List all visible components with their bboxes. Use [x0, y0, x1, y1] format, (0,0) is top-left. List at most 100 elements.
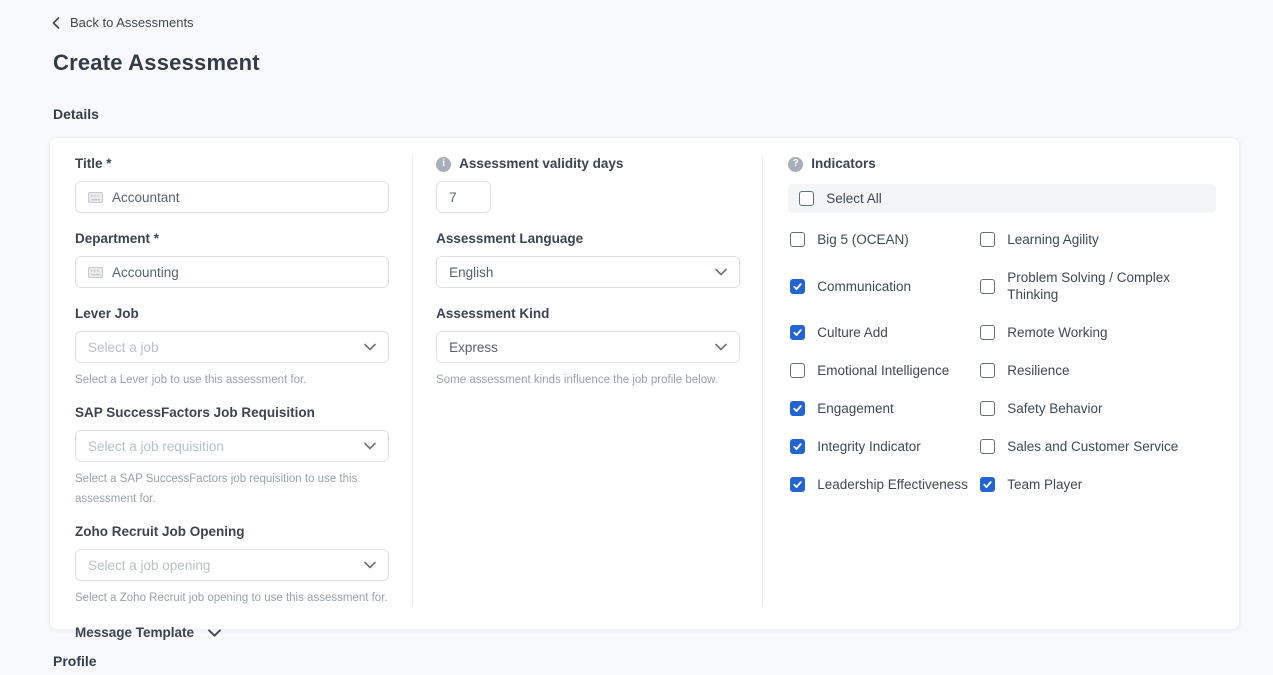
- indicator-label: Remote Working: [1007, 324, 1107, 341]
- validity-days-input[interactable]: 7: [436, 181, 491, 213]
- indicator-item[interactable]: Safety Behavior: [980, 400, 1216, 417]
- indicator-item[interactable]: Team Player: [980, 476, 1216, 493]
- indicator-label: Culture Add: [817, 324, 888, 341]
- department-input[interactable]: Accounting: [75, 256, 389, 288]
- language-select[interactable]: English: [436, 256, 740, 288]
- kind-value: Express: [449, 340, 498, 355]
- indicator-label: Team Player: [1007, 476, 1082, 493]
- indicator-item[interactable]: Resilience: [980, 362, 1216, 379]
- checkbox-checked[interactable]: [790, 439, 805, 454]
- message-template-toggle[interactable]: Message Template: [75, 625, 389, 640]
- select-all-row[interactable]: Select All: [788, 184, 1216, 213]
- zoho-opening-label: Zoho Recruit Job Opening: [75, 523, 389, 541]
- indicators-grid: Big 5 (OCEAN) Learning Agility Communicati…: [790, 231, 1216, 493]
- sap-requisition-label: SAP SuccessFactors Job Requisition: [75, 404, 389, 422]
- indicator-item[interactable]: Big 5 (OCEAN): [790, 231, 980, 248]
- chevron-down-icon: [364, 442, 376, 450]
- checkbox-checked[interactable]: [790, 401, 805, 416]
- indicator-label: Integrity Indicator: [817, 438, 921, 455]
- keyboard-icon: [88, 267, 103, 278]
- back-link-label: Back to Assessments: [70, 15, 194, 30]
- kind-field-group: Assessment Kind Express Some assessment …: [436, 305, 740, 387]
- title-input[interactable]: Accountant: [75, 181, 389, 213]
- title-value: Accountant: [112, 190, 180, 205]
- indicator-label: Engagement: [817, 400, 894, 417]
- indicator-label: Problem Solving / Complex Thinking: [1007, 269, 1216, 303]
- checkbox-unchecked[interactable]: [980, 232, 995, 247]
- indicators-column: ? Indicators Select All Big 5 (OCEAN) Lea…: [788, 155, 1216, 629]
- checkbox-checked[interactable]: [790, 325, 805, 340]
- details-left-column: Title * Accountant Department * Accounti…: [75, 155, 389, 629]
- checkbox-unchecked[interactable]: [790, 363, 805, 378]
- kind-helper: Some assessment kinds influence the job …: [436, 370, 740, 390]
- department-field-group: Department * Accounting: [75, 230, 389, 288]
- validity-days-value: 7: [449, 190, 457, 205]
- info-icon: i: [436, 157, 451, 172]
- sap-requisition-select[interactable]: Select a job requisition: [75, 430, 389, 462]
- question-icon: ?: [788, 157, 803, 172]
- indicator-item[interactable]: Culture Add: [790, 324, 980, 341]
- title-field-group: Title * Accountant: [75, 155, 389, 213]
- profile-section-label: Profile: [53, 653, 97, 669]
- indicators-label: Indicators: [811, 155, 876, 173]
- zoho-opening-field-group: Zoho Recruit Job Opening Select a job op…: [75, 523, 389, 605]
- language-field-group: Assessment Language English: [436, 230, 740, 288]
- checkbox-checked[interactable]: [980, 477, 995, 492]
- language-value: English: [449, 265, 493, 280]
- indicator-label: Big 5 (OCEAN): [817, 231, 909, 248]
- validity-days-label-text: Assessment validity days: [459, 155, 623, 173]
- lever-job-helper: Select a Lever job to use this assessmen…: [75, 370, 389, 390]
- zoho-opening-select[interactable]: Select a job opening: [75, 549, 389, 581]
- chevron-down-icon: [715, 268, 727, 276]
- title-label: Title *: [75, 155, 389, 173]
- chevron-down-icon: [208, 629, 221, 637]
- message-template-label: Message Template: [75, 625, 194, 640]
- indicator-label: Sales and Customer Service: [1007, 438, 1178, 455]
- indicators-header: ? Indicators: [788, 155, 1216, 173]
- indicator-item[interactable]: Leadership Effectiveness: [790, 476, 980, 493]
- checkbox-unchecked[interactable]: [980, 401, 995, 416]
- indicator-item[interactable]: Learning Agility: [980, 231, 1216, 248]
- indicator-label: Communication: [817, 278, 911, 295]
- zoho-opening-helper: Select a Zoho Recruit job opening to use…: [75, 588, 389, 608]
- sap-requisition-field-group: SAP SuccessFactors Job Requisition Selec…: [75, 404, 389, 506]
- chevron-down-icon: [715, 343, 727, 351]
- checkbox-unchecked[interactable]: [980, 325, 995, 340]
- details-middle-column: i Assessment validity days 7 Assessment …: [436, 155, 740, 629]
- lever-job-select[interactable]: Select a job: [75, 331, 389, 363]
- indicator-item[interactable]: Emotional Intelligence: [790, 362, 980, 379]
- create-assessment-page: Back to Assessments Create Assessment De…: [0, 0, 1273, 675]
- chevron-left-icon: [52, 17, 60, 29]
- validity-days-field-group: i Assessment validity days 7: [436, 155, 740, 213]
- kind-label: Assessment Kind: [436, 305, 740, 323]
- back-link[interactable]: Back to Assessments: [52, 15, 194, 30]
- chevron-down-icon: [364, 561, 376, 569]
- indicator-item[interactable]: Integrity Indicator: [790, 438, 980, 455]
- indicator-item[interactable]: Remote Working: [980, 324, 1216, 341]
- lever-job-field-group: Lever Job Select a job Select a Lever jo…: [75, 305, 389, 387]
- indicator-item[interactable]: Communication: [790, 269, 980, 303]
- chevron-down-icon: [364, 343, 376, 351]
- checkbox-checked[interactable]: [790, 279, 805, 294]
- indicator-item[interactable]: Engagement: [790, 400, 980, 417]
- checkbox-checked[interactable]: [790, 477, 805, 492]
- checkbox-unchecked[interactable]: [980, 279, 995, 294]
- kind-select[interactable]: Express: [436, 331, 740, 363]
- language-label: Assessment Language: [436, 230, 740, 248]
- checkbox-unchecked[interactable]: [980, 363, 995, 378]
- column-divider: [412, 156, 413, 606]
- select-all-checkbox[interactable]: [799, 191, 814, 206]
- details-section-label: Details: [53, 106, 99, 122]
- page-title: Create Assessment: [53, 50, 260, 76]
- indicator-item[interactable]: Sales and Customer Service: [980, 438, 1216, 455]
- select-all-label: Select All: [826, 190, 882, 207]
- checkbox-unchecked[interactable]: [980, 439, 995, 454]
- checkbox-unchecked[interactable]: [790, 232, 805, 247]
- column-divider: [762, 156, 763, 606]
- sap-requisition-placeholder: Select a job requisition: [88, 439, 224, 454]
- indicator-label: Resilience: [1007, 362, 1069, 379]
- indicator-label: Safety Behavior: [1007, 400, 1102, 417]
- department-label: Department *: [75, 230, 389, 248]
- lever-job-placeholder: Select a job: [88, 340, 159, 355]
- indicator-item[interactable]: Problem Solving / Complex Thinking: [980, 269, 1216, 303]
